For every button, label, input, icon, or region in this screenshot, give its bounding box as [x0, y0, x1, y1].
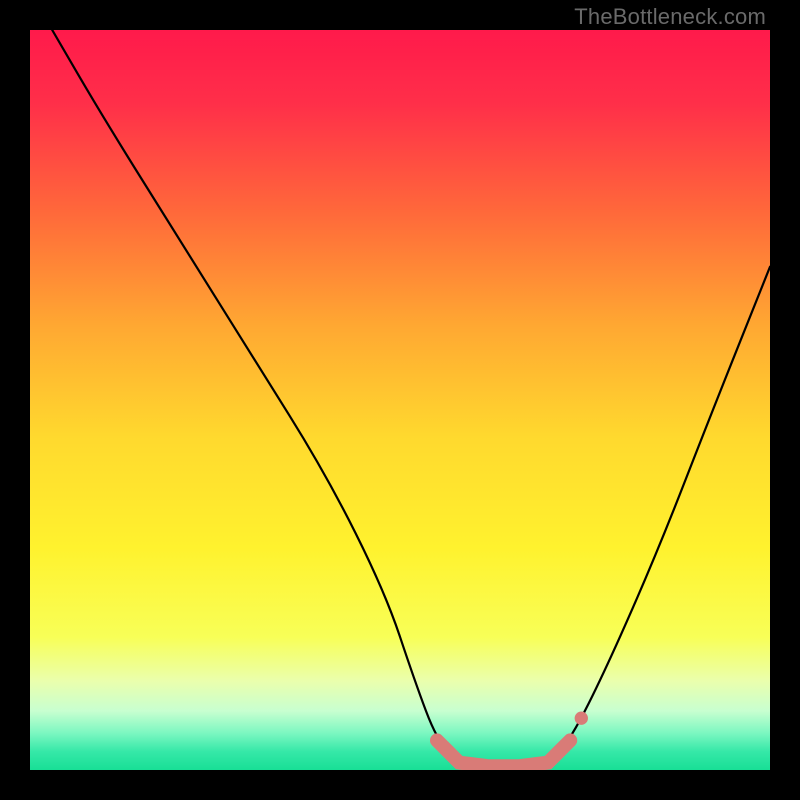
highlight-dot — [575, 712, 588, 725]
bottleneck-curve — [52, 30, 770, 766]
chart-frame: TheBottleneck.com — [0, 0, 800, 800]
curve-layer — [30, 30, 770, 770]
plot-area — [30, 30, 770, 770]
watermark-text: TheBottleneck.com — [574, 4, 766, 30]
highlight-band — [437, 740, 570, 766]
